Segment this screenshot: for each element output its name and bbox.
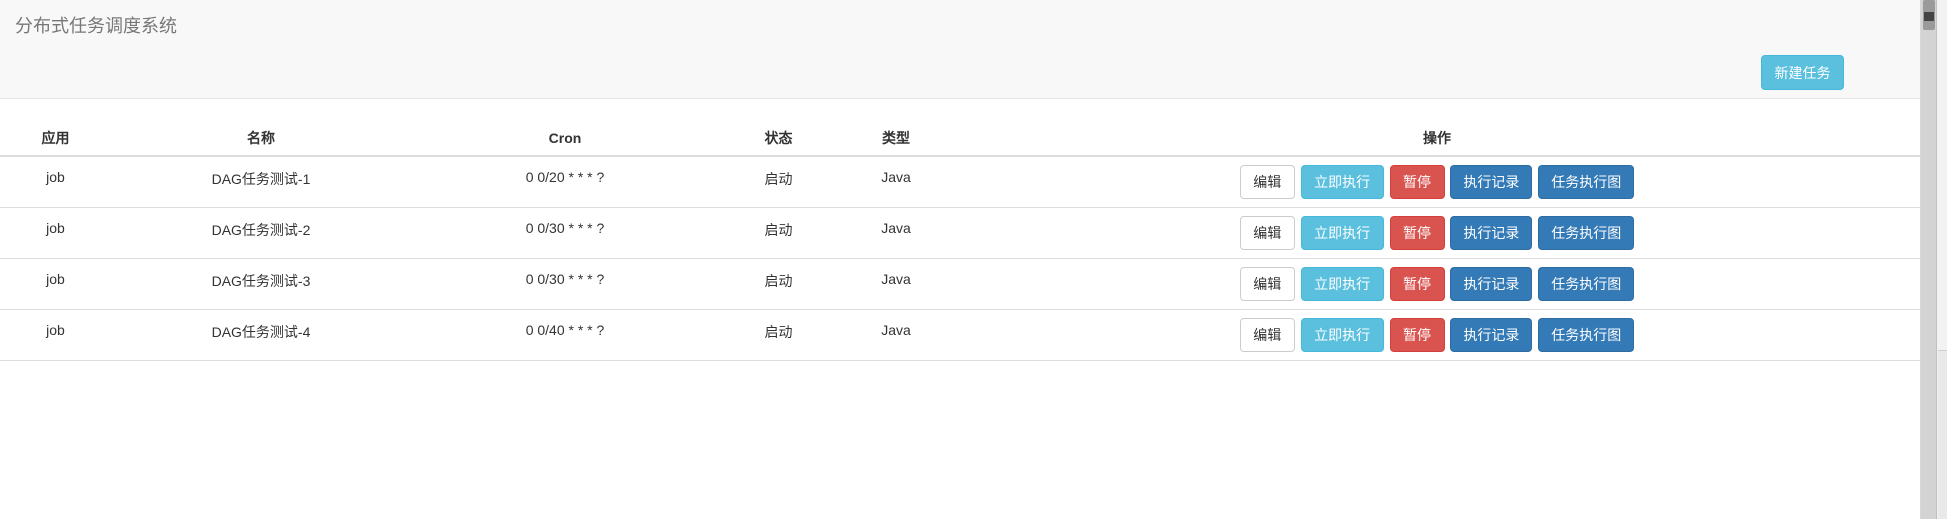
vertical-scrollbar[interactable] [1921, 0, 1937, 519]
table-header-row: 应用 名称 Cron 状态 类型 操作 [0, 121, 1920, 157]
exec-graph-button[interactable]: 任务执行图 [1538, 215, 1635, 250]
table-row: job DAG任务测试-4 0 0/40 * * * ? 启动 Java 编辑 … [0, 309, 1920, 361]
edit-button[interactable]: 编辑 [1239, 215, 1295, 250]
side-panel [1938, 350, 1947, 519]
table-row: job DAG任务测试-3 0 0/30 * * * ? 启动 Java 编辑 … [0, 258, 1920, 310]
pause-button[interactable]: 暂停 [1389, 266, 1445, 301]
run-now-button[interactable]: 立即执行 [1300, 317, 1384, 352]
cell-actions: 编辑 立即执行 暂停 执行记录 任务执行图 [954, 258, 1920, 310]
run-now-button[interactable]: 立即执行 [1300, 165, 1384, 199]
navbar: 分布式任务调度系统 新建任务 [0, 0, 1920, 99]
pause-button[interactable]: 暂停 [1389, 317, 1445, 352]
cell-type: Java [838, 207, 954, 259]
column-header-cron: Cron [411, 121, 719, 157]
table-row: job DAG任务测试-2 0 0/30 * * * ? 启动 Java 编辑 … [0, 207, 1920, 259]
cell-actions: 编辑 立即执行 暂停 执行记录 任务执行图 [954, 309, 1920, 361]
column-header-name: 名称 [111, 121, 411, 157]
cell-app: job [0, 156, 111, 208]
cell-name: DAG任务测试-3 [111, 258, 411, 310]
cell-cron: 0 0/40 * * * ? [411, 309, 719, 361]
cell-status: 启动 [719, 258, 838, 310]
exec-graph-button[interactable]: 任务执行图 [1538, 317, 1635, 352]
cell-cron: 0 0/20 * * * ? [411, 156, 719, 208]
run-now-button[interactable]: 立即执行 [1300, 266, 1384, 301]
cell-cron: 0 0/30 * * * ? [411, 207, 719, 259]
edit-button[interactable]: 编辑 [1239, 266, 1295, 301]
cell-status: 启动 [719, 207, 838, 259]
column-header-actions: 操作 [954, 121, 1920, 157]
column-header-type: 类型 [838, 121, 954, 157]
pause-button[interactable]: 暂停 [1389, 215, 1445, 250]
folder-icon [1924, 12, 1934, 21]
edit-button[interactable]: 编辑 [1239, 317, 1295, 352]
exec-graph-button[interactable]: 任务执行图 [1538, 165, 1635, 199]
exec-log-button[interactable]: 执行记录 [1450, 215, 1533, 250]
cell-actions: 编辑 立即执行 暂停 执行记录 任务执行图 [954, 207, 1920, 259]
cell-status: 启动 [719, 156, 838, 208]
pause-button[interactable]: 暂停 [1389, 165, 1445, 199]
cell-name: DAG任务测试-4 [111, 309, 411, 361]
cell-status: 启动 [719, 309, 838, 361]
job-table: 应用 名称 Cron 状态 类型 操作 job DAG任务测试-1 0 0/20… [0, 121, 1920, 361]
table-row: job DAG任务测试-1 0 0/20 * * * ? 启动 Java 编辑 … [0, 156, 1920, 208]
cell-type: Java [838, 309, 954, 361]
cell-app: job [0, 258, 111, 310]
cell-type: Java [838, 156, 954, 208]
edit-button[interactable]: 编辑 [1239, 165, 1295, 199]
app: 分布式任务调度系统 新建任务 应用 名称 Cron 状态 类型 操作 job D… [0, 0, 1920, 519]
exec-log-button[interactable]: 执行记录 [1450, 266, 1533, 301]
exec-log-button[interactable]: 执行记录 [1450, 317, 1533, 352]
run-now-button[interactable]: 立即执行 [1300, 215, 1384, 250]
new-task-button[interactable]: 新建任务 [1761, 55, 1844, 90]
cell-app: job [0, 207, 111, 259]
exec-graph-button[interactable]: 任务执行图 [1538, 266, 1635, 301]
side-frame [1920, 0, 1947, 519]
exec-log-button[interactable]: 执行记录 [1450, 165, 1533, 199]
cell-app: job [0, 309, 111, 361]
cell-actions: 编辑 立即执行 暂停 执行记录 任务执行图 [954, 156, 1920, 208]
cell-cron: 0 0/30 * * * ? [411, 258, 719, 310]
column-header-status: 状态 [719, 121, 838, 157]
app-title[interactable]: 分布式任务调度系统 [15, 12, 177, 38]
cell-type: Java [838, 258, 954, 310]
cell-name: DAG任务测试-2 [111, 207, 411, 259]
cell-name: DAG任务测试-1 [111, 156, 411, 208]
column-header-app: 应用 [0, 121, 111, 157]
